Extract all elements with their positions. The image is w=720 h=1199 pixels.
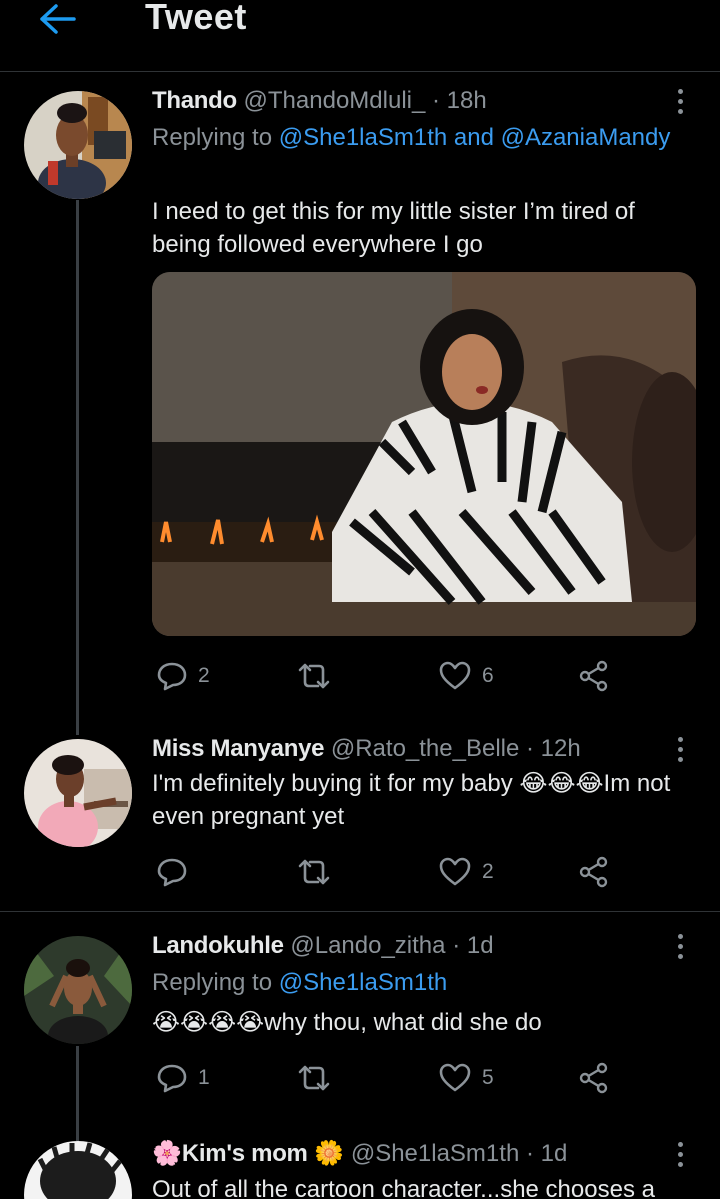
reply-icon [157,858,187,887]
heart-icon [439,1063,471,1092]
reply-button[interactable]: 2 [156,656,210,696]
flower-emoji: 🌼 [314,1140,345,1167]
heart-icon [439,661,471,690]
more-options-button[interactable] [670,931,690,961]
tweet-text: I'm definitely buying it for my baby 😂😂😂… [152,767,692,833]
tweet-divider [0,911,720,912]
share-button[interactable] [578,656,610,696]
more-options-button[interactable] [670,86,690,116]
tweet-header: 🌸Kim's mom 🌼 @She1laSm1th · 1d [152,1139,567,1169]
like-button[interactable]: 2 [438,852,494,892]
tweet-text-start: I'm definitely buying it for my baby [152,770,520,797]
tweet-text: 😭😭😭😭why thou, what did she do [152,1006,692,1039]
more-dots-icon [677,1141,683,1147]
tweet-header: Thando @ThandoMdluli_ · 18h [152,86,487,116]
retweet-button[interactable] [296,852,332,892]
avatar[interactable] [24,1141,132,1199]
reply-button[interactable] [156,852,198,892]
author-name[interactable]: Miss Manyanye [152,735,324,762]
replying-to-mentions[interactable]: @She1laSm1th [279,969,447,996]
more-options-button[interactable] [670,1139,690,1169]
heart-icon [439,857,471,886]
share-icon [579,1062,608,1094]
thread-line [76,200,79,735]
share-icon [579,660,608,692]
like-button[interactable]: 5 [438,1058,494,1098]
author-name[interactable]: Thando [152,87,237,114]
tweet-text: I need to get this for my little sister … [152,198,635,258]
author-name[interactable]: Landokuhle [152,932,284,959]
retweet-button[interactable] [296,656,332,696]
replying-to: Replying to @She1laSm1th and @AzaniaMand… [152,122,672,154]
avatar[interactable] [24,739,132,847]
author-handle[interactable]: @Lando_zitha [290,932,445,959]
page-title: Tweet [145,0,247,37]
replying-to-label: Replying to [152,969,273,996]
share-icon [579,856,608,888]
author-handle[interactable]: @ThandoMdluli_ [244,87,426,114]
tweet-text: Out of all the cartoon character...she c… [152,1176,655,1199]
tweet-text-main: why thou, what did she do [264,1009,542,1036]
tweet-photo[interactable] [152,272,696,636]
avatar[interactable] [24,91,132,199]
thread-line [76,1046,79,1141]
avatar[interactable] [24,936,132,1044]
share-button[interactable] [578,852,610,892]
tweet-actions: 1 5 [152,1058,622,1098]
like-count: 6 [482,664,494,687]
tweet-header: Landokuhle @Lando_zitha · 1d [152,931,494,961]
retweet-button[interactable] [296,1058,332,1098]
share-button[interactable] [578,1058,610,1098]
reply-icon [157,1064,187,1093]
top-bar: Tweet [0,0,720,72]
cherry-blossom-emoji: 🌸 [152,1140,182,1167]
tweet-actions: 2 6 [152,656,622,696]
like-button[interactable]: 6 [438,656,494,696]
tweet-time: · 18h [432,87,487,114]
more-dots-icon [677,933,683,939]
author-handle[interactable]: @Rato_the_Belle [331,735,519,762]
replying-to-mentions[interactable]: @She1laSm1th and @AzaniaMandy [279,124,671,151]
retweet-icon [298,1065,330,1091]
retweet-icon [298,859,330,885]
reply-count: 1 [198,1066,210,1089]
tweet-time: · 1d [452,932,494,959]
more-dots-icon [677,88,683,94]
replying-to: Replying to @She1laSm1th [152,967,672,999]
author-handle[interactable]: @She1laSm1th [351,1140,519,1167]
tweet-actions: 2 [152,852,622,892]
more-options-button[interactable] [670,734,690,764]
tweet-time: · 1d [525,1140,568,1167]
back-arrow-icon [40,4,76,34]
like-count: 2 [482,860,494,883]
reply-icon [157,662,187,691]
laughing-emoji: 😂😂😂 [519,770,604,797]
reply-count: 2 [198,664,210,687]
tweet-header: Miss Manyanye @Rato_the_Belle · 12h [152,734,581,764]
more-dots-icon [677,736,683,742]
author-name[interactable]: Kim's mom [182,1140,308,1167]
reply-button[interactable]: 1 [156,1058,210,1098]
back-button[interactable] [34,0,78,36]
retweet-icon [298,663,330,689]
tweet-time: · 12h [526,735,581,762]
like-count: 5 [482,1066,494,1089]
replying-to-label: Replying to [152,124,273,151]
crying-emoji: 😭😭😭😭 [152,1009,265,1036]
